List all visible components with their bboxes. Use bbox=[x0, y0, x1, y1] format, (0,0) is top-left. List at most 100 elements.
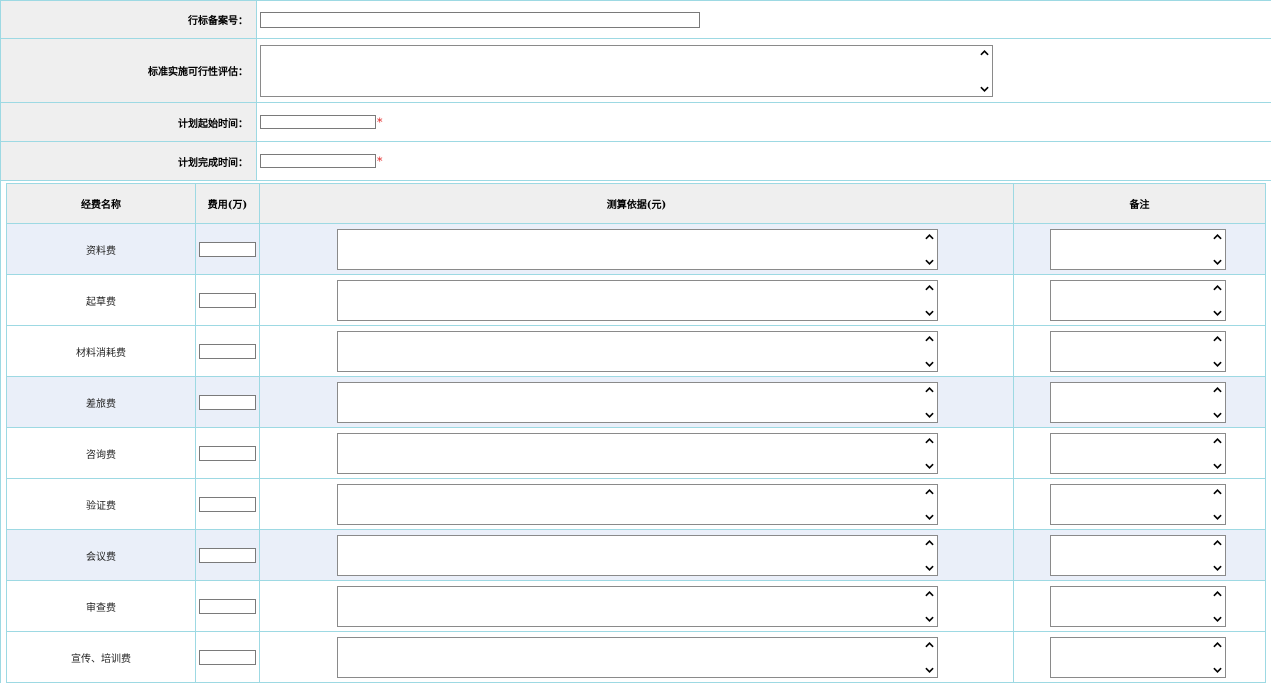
budget-remark-field[interactable] bbox=[1051, 331, 1225, 371]
chevron-down-icon[interactable] bbox=[924, 310, 934, 316]
chevron-down-icon[interactable] bbox=[1212, 310, 1222, 316]
budget-remark-textarea[interactable] bbox=[1050, 330, 1226, 372]
chevron-up-icon[interactable] bbox=[1212, 284, 1222, 291]
budget-basis-textarea[interactable] bbox=[337, 483, 938, 525]
chevron-up-icon[interactable] bbox=[1212, 590, 1222, 597]
chevron-down-icon[interactable] bbox=[924, 667, 934, 673]
budget-remark-field[interactable] bbox=[1051, 433, 1225, 473]
budget-remark-textarea[interactable] bbox=[1050, 483, 1226, 525]
chevron-down-icon[interactable] bbox=[1212, 361, 1222, 367]
budget-fee-input[interactable] bbox=[199, 496, 256, 512]
budget-basis-textarea[interactable] bbox=[337, 228, 938, 270]
budget-basis-scrollbar[interactable] bbox=[921, 485, 937, 524]
chevron-up-icon[interactable] bbox=[924, 590, 934, 597]
budget-remark-field[interactable] bbox=[1051, 229, 1225, 269]
budget-basis-scrollbar[interactable] bbox=[921, 383, 937, 422]
chevron-down-icon[interactable] bbox=[1212, 616, 1222, 622]
budget-basis-field[interactable] bbox=[338, 535, 937, 575]
chevron-down-icon[interactable] bbox=[924, 565, 934, 571]
chevron-up-icon[interactable] bbox=[1212, 335, 1222, 342]
budget-basis-field[interactable] bbox=[338, 229, 937, 269]
plan-end-input[interactable] bbox=[260, 154, 376, 168]
budget-remark-textarea[interactable] bbox=[1050, 279, 1226, 321]
chevron-down-icon[interactable] bbox=[924, 361, 934, 367]
chevron-up-icon[interactable] bbox=[1212, 233, 1222, 240]
budget-fee-input[interactable] bbox=[199, 649, 256, 665]
chevron-up-icon[interactable] bbox=[924, 488, 934, 495]
budget-remark-field[interactable] bbox=[1051, 280, 1225, 320]
budget-remark-field[interactable] bbox=[1051, 382, 1225, 422]
plan-start-input[interactable] bbox=[260, 115, 376, 129]
budget-basis-scrollbar[interactable] bbox=[921, 332, 937, 371]
budget-basis-scrollbar[interactable] bbox=[921, 587, 937, 626]
budget-remark-scrollbar[interactable] bbox=[1209, 332, 1225, 371]
budget-basis-field[interactable] bbox=[338, 280, 937, 320]
budget-basis-textarea[interactable] bbox=[337, 432, 938, 474]
chevron-up-icon[interactable] bbox=[924, 233, 934, 240]
budget-basis-field[interactable] bbox=[338, 331, 937, 371]
budget-remark-scrollbar[interactable] bbox=[1209, 383, 1225, 422]
budget-remark-scrollbar[interactable] bbox=[1209, 638, 1225, 677]
budget-basis-scrollbar[interactable] bbox=[921, 281, 937, 320]
budget-fee-input[interactable] bbox=[199, 445, 256, 461]
budget-basis-field[interactable] bbox=[338, 637, 937, 677]
chevron-down-icon[interactable] bbox=[979, 86, 989, 92]
budget-remark-textarea[interactable] bbox=[1050, 636, 1226, 678]
feasibility-textarea[interactable] bbox=[260, 44, 993, 97]
budget-remark-scrollbar[interactable] bbox=[1209, 485, 1225, 524]
chevron-up-icon[interactable] bbox=[1212, 641, 1222, 648]
chevron-down-icon[interactable] bbox=[924, 514, 934, 520]
budget-remark-textarea[interactable] bbox=[1050, 534, 1226, 576]
budget-remark-textarea[interactable] bbox=[1050, 381, 1226, 423]
chevron-up-icon[interactable] bbox=[924, 335, 934, 342]
chevron-up-icon[interactable] bbox=[924, 641, 934, 648]
budget-basis-scrollbar[interactable] bbox=[921, 434, 937, 473]
budget-basis-textarea[interactable] bbox=[337, 636, 938, 678]
budget-remark-textarea[interactable] bbox=[1050, 585, 1226, 627]
budget-fee-input[interactable] bbox=[199, 292, 256, 308]
budget-remark-scrollbar[interactable] bbox=[1209, 281, 1225, 320]
budget-basis-scrollbar[interactable] bbox=[921, 230, 937, 269]
chevron-up-icon[interactable] bbox=[924, 284, 934, 291]
budget-basis-textarea[interactable] bbox=[337, 534, 938, 576]
budget-remark-scrollbar[interactable] bbox=[1209, 230, 1225, 269]
chevron-up-icon[interactable] bbox=[1212, 437, 1222, 444]
budget-remark-scrollbar[interactable] bbox=[1209, 587, 1225, 626]
budget-fee-input[interactable] bbox=[199, 598, 256, 614]
budget-remark-scrollbar[interactable] bbox=[1209, 536, 1225, 575]
chevron-up-icon[interactable] bbox=[1212, 488, 1222, 495]
budget-basis-scrollbar[interactable] bbox=[921, 536, 937, 575]
budget-remark-field[interactable] bbox=[1051, 637, 1225, 677]
budget-fee-input[interactable] bbox=[199, 547, 256, 563]
chevron-down-icon[interactable] bbox=[1212, 667, 1222, 673]
chevron-down-icon[interactable] bbox=[924, 616, 934, 622]
feasibility-scrollbar[interactable] bbox=[976, 46, 992, 96]
chevron-down-icon[interactable] bbox=[1212, 412, 1222, 418]
budget-basis-textarea[interactable] bbox=[337, 585, 938, 627]
chevron-down-icon[interactable] bbox=[924, 412, 934, 418]
budget-remark-field[interactable] bbox=[1051, 586, 1225, 626]
budget-basis-field[interactable] bbox=[338, 382, 937, 422]
chevron-down-icon[interactable] bbox=[924, 259, 934, 265]
feasibility-textarea-field[interactable] bbox=[261, 45, 992, 96]
chevron-down-icon[interactable] bbox=[1212, 514, 1222, 520]
chevron-up-icon[interactable] bbox=[1212, 539, 1222, 546]
chevron-down-icon[interactable] bbox=[1212, 259, 1222, 265]
budget-remark-textarea[interactable] bbox=[1050, 432, 1226, 474]
budget-basis-field[interactable] bbox=[338, 484, 937, 524]
record-number-input[interactable] bbox=[260, 11, 700, 28]
budget-basis-textarea[interactable] bbox=[337, 330, 938, 372]
budget-fee-input[interactable] bbox=[199, 394, 256, 410]
budget-basis-textarea[interactable] bbox=[337, 381, 938, 423]
budget-remark-scrollbar[interactable] bbox=[1209, 434, 1225, 473]
chevron-up-icon[interactable] bbox=[924, 539, 934, 546]
chevron-up-icon[interactable] bbox=[1212, 386, 1222, 393]
budget-fee-input[interactable] bbox=[199, 343, 256, 359]
chevron-down-icon[interactable] bbox=[1212, 463, 1222, 469]
chevron-down-icon[interactable] bbox=[1212, 565, 1222, 571]
budget-basis-field[interactable] bbox=[338, 433, 937, 473]
budget-remark-textarea[interactable] bbox=[1050, 228, 1226, 270]
chevron-up-icon[interactable] bbox=[924, 437, 934, 444]
budget-remark-field[interactable] bbox=[1051, 535, 1225, 575]
budget-basis-field[interactable] bbox=[338, 586, 937, 626]
